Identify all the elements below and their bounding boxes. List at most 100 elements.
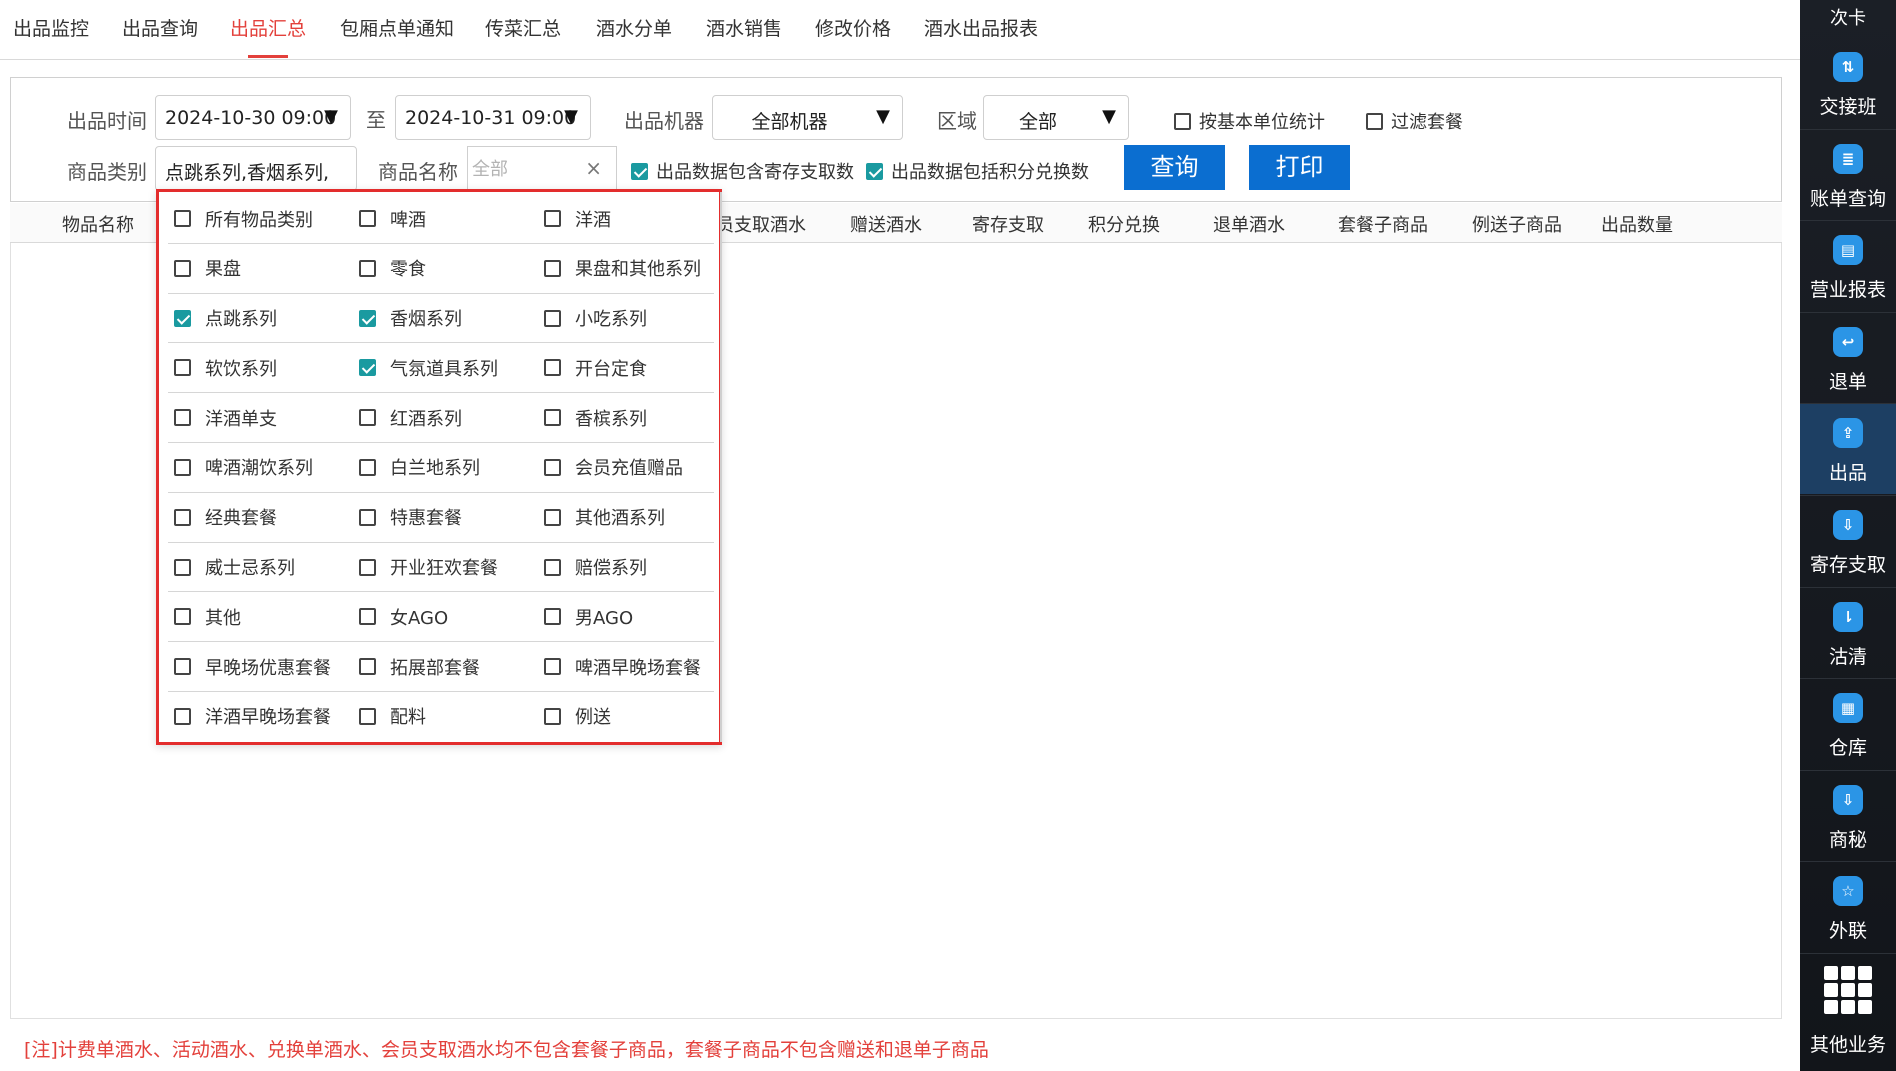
time-end-select[interactable]: 2024-10-31 09:00 ▼ (395, 95, 591, 140)
tab-serving-summary[interactable]: 传菜汇总 (485, 14, 561, 58)
tab-product-query[interactable]: 出品查询 (122, 14, 198, 58)
category-option-label: 早晚场优惠套餐 (205, 657, 331, 679)
name-input-box[interactable]: × (467, 146, 617, 191)
category-option[interactable]: 所有物品类别 (174, 194, 313, 243)
category-option[interactable]: 其他 (174, 592, 241, 641)
category-option[interactable]: 零食 (359, 244, 426, 293)
checkbox-checked-icon (174, 309, 191, 327)
category-option[interactable]: 啤酒早晚场套餐 (544, 642, 701, 691)
category-option[interactable]: 点跳系列 (174, 294, 277, 343)
tab-product-monitor[interactable]: 出品监控 (13, 14, 89, 58)
sidebar-item-label: 商秘 (1828, 828, 1867, 851)
time-start-select[interactable]: 2024-10-30 09:00 ▼ (155, 95, 351, 140)
category-dropdown: 所有物品类别 啤酒 洋酒果盘 零食 果盘和其他系列点跳系列 香烟系列 小吃系列软饮系列 气氛道… (156, 189, 722, 745)
category-option[interactable]: 例送 (544, 692, 611, 741)
category-option[interactable]: 会员充值赠品 (544, 443, 683, 492)
sidebar-item[interactable]: ≣ 账单查询 (1800, 130, 1896, 220)
filter-set-checkbox[interactable]: 过滤套餐 (1366, 108, 1463, 134)
option-row: 软饮系列 气氛道具系列 开台定食 (168, 343, 714, 394)
category-option[interactable]: 威士忌系列 (174, 543, 295, 592)
category-option-label: 啤酒潮饮系列 (205, 458, 313, 480)
category-option[interactable]: 女AGO (359, 592, 448, 641)
option-row: 洋酒早晚场套餐 配料 例送 (168, 692, 714, 742)
category-option-label: 香烟系列 (390, 309, 462, 331)
checkbox-icon (544, 608, 561, 626)
sidebar-item[interactable]: ▦ 仓库 (1800, 679, 1896, 769)
clear-icon[interactable]: × (585, 156, 602, 180)
checkbox-icon (174, 210, 191, 227)
category-option[interactable]: 拓展部套餐 (359, 642, 480, 691)
category-option[interactable]: 白兰地系列 (359, 443, 480, 492)
category-select[interactable]: 点跳系列,香烟系列, (155, 146, 357, 191)
option-row: 洋酒单支 红酒系列 香槟系列 (168, 393, 714, 443)
print-button[interactable]: 打印 (1249, 145, 1350, 190)
sidebar-item-label: 出品 (1828, 462, 1867, 485)
sidebar-item-other-business[interactable]: 其他业务 (1800, 1030, 1896, 1057)
category-option[interactable]: 特惠套餐 (359, 493, 462, 542)
apps-grid-icon[interactable] (1824, 966, 1872, 1014)
tab-drinks-product-report[interactable]: 酒水出品报表 (924, 14, 1038, 58)
category-option[interactable]: 啤酒 (359, 194, 426, 243)
category-option[interactable]: 配料 (359, 692, 426, 741)
category-option[interactable]: 软饮系列 (174, 343, 277, 392)
category-option[interactable]: 经典套餐 (174, 493, 277, 542)
time-end-value: 2024-10-31 09:00 (405, 107, 577, 129)
category-option[interactable]: 开台定食 (544, 343, 647, 392)
right-sidebar: 次卡 ⇅ 交接班 ≣ 账单查询 ▤ 营业报表 ↩ 退单 ⇪ 出品 ⇩ 寄存支取 ⇂ 沽清 ▦ 仓库 ⇩ 商秘 ☆ 外联… (1800, 0, 1896, 1071)
category-option[interactable]: 其他酒系列 (544, 493, 665, 542)
column-header: 退单酒水 (1213, 215, 1285, 236)
category-option[interactable]: 洋酒早晚场套餐 (174, 692, 331, 741)
category-option[interactable]: 红酒系列 (359, 393, 462, 442)
time-start-value: 2024-10-30 09:00 (165, 107, 337, 129)
category-option[interactable]: 气氛道具系列 (359, 343, 498, 392)
include-storage-checkbox[interactable]: 出品数据包含寄存支取数 (631, 158, 854, 184)
sidebar-item[interactable]: ⇩ 商秘 (1800, 771, 1896, 861)
category-option[interactable]: 开业狂欢套餐 (359, 543, 498, 592)
area-select[interactable]: 全部 ▼ (983, 95, 1129, 140)
column-header: 套餐子商品 (1338, 215, 1428, 236)
sidebar-item-label: 仓库 (1828, 737, 1867, 760)
category-option[interactable]: 小吃系列 (544, 294, 647, 343)
category-option[interactable]: 果盘 (174, 244, 241, 293)
base-unit-label: 按基本单位统计 (1199, 112, 1325, 133)
tab-drinks-sales[interactable]: 酒水销售 (706, 14, 782, 58)
tab-room-order-notice[interactable]: 包厢点单通知 (340, 14, 454, 58)
sidebar-item[interactable]: ☆ 外联 (1800, 862, 1896, 952)
name-input[interactable] (472, 155, 572, 183)
tab-drinks-split[interactable]: 酒水分单 (596, 14, 672, 58)
query-button[interactable]: 查询 (1124, 145, 1225, 190)
sidebar-item[interactable]: ▤ 营业报表 (1800, 221, 1896, 311)
tab-product-summary[interactable]: 出品汇总 (230, 14, 306, 58)
checkbox-icon (359, 458, 376, 476)
sidebar-item[interactable]: ⇪ 出品 (1800, 404, 1896, 495)
category-option[interactable]: 香烟系列 (359, 294, 462, 343)
category-option[interactable]: 香槟系列 (544, 393, 647, 442)
include-points-checkbox[interactable]: 出品数据包括积分兑换数 (866, 158, 1089, 184)
footer-note: [注]计费单酒水、活动酒水、兑换单酒水、会员支取酒水均不包含套餐子商品，套餐子商… (24, 1039, 989, 1061)
chevron-down-icon: ▼ (324, 106, 338, 127)
sidebar-item[interactable]: ⇩ 寄存支取 (1800, 496, 1896, 586)
sidebar-top-label[interactable]: 次卡 (1800, 0, 1896, 38)
column-header: 出品数量 (1601, 215, 1673, 236)
category-option[interactable]: 洋酒 (544, 194, 611, 243)
category-option-label: 洋酒单支 (205, 408, 277, 430)
scrollbar[interactable] (720, 192, 722, 742)
category-option[interactable]: 啤酒潮饮系列 (174, 443, 313, 492)
download-icon: ⇩ (1833, 784, 1863, 815)
category-option[interactable]: 果盘和其他系列 (544, 244, 701, 293)
sidebar-item[interactable]: ↩ 退单 (1800, 313, 1896, 403)
category-option[interactable]: 男AGO (544, 592, 633, 641)
category-option[interactable]: 洋酒单支 (174, 393, 277, 442)
tab-modify-price[interactable]: 修改价格 (815, 14, 891, 58)
checkbox-icon (544, 707, 561, 725)
sidebar-item[interactable]: ⇅ 交接班 (1800, 38, 1896, 128)
category-option[interactable]: 早晚场优惠套餐 (174, 642, 331, 691)
machine-select[interactable]: 全部机器 ▼ (712, 95, 903, 140)
base-unit-checkbox[interactable]: 按基本单位统计 (1174, 108, 1325, 134)
checkbox-icon (544, 658, 561, 676)
category-option[interactable]: 赔偿系列 (544, 543, 647, 592)
checkbox-icon (359, 210, 376, 227)
checkbox-icon (359, 558, 376, 576)
sidebar-item[interactable]: ⇂ 沽清 (1800, 588, 1896, 678)
category-option-label: 拓展部套餐 (390, 657, 480, 679)
